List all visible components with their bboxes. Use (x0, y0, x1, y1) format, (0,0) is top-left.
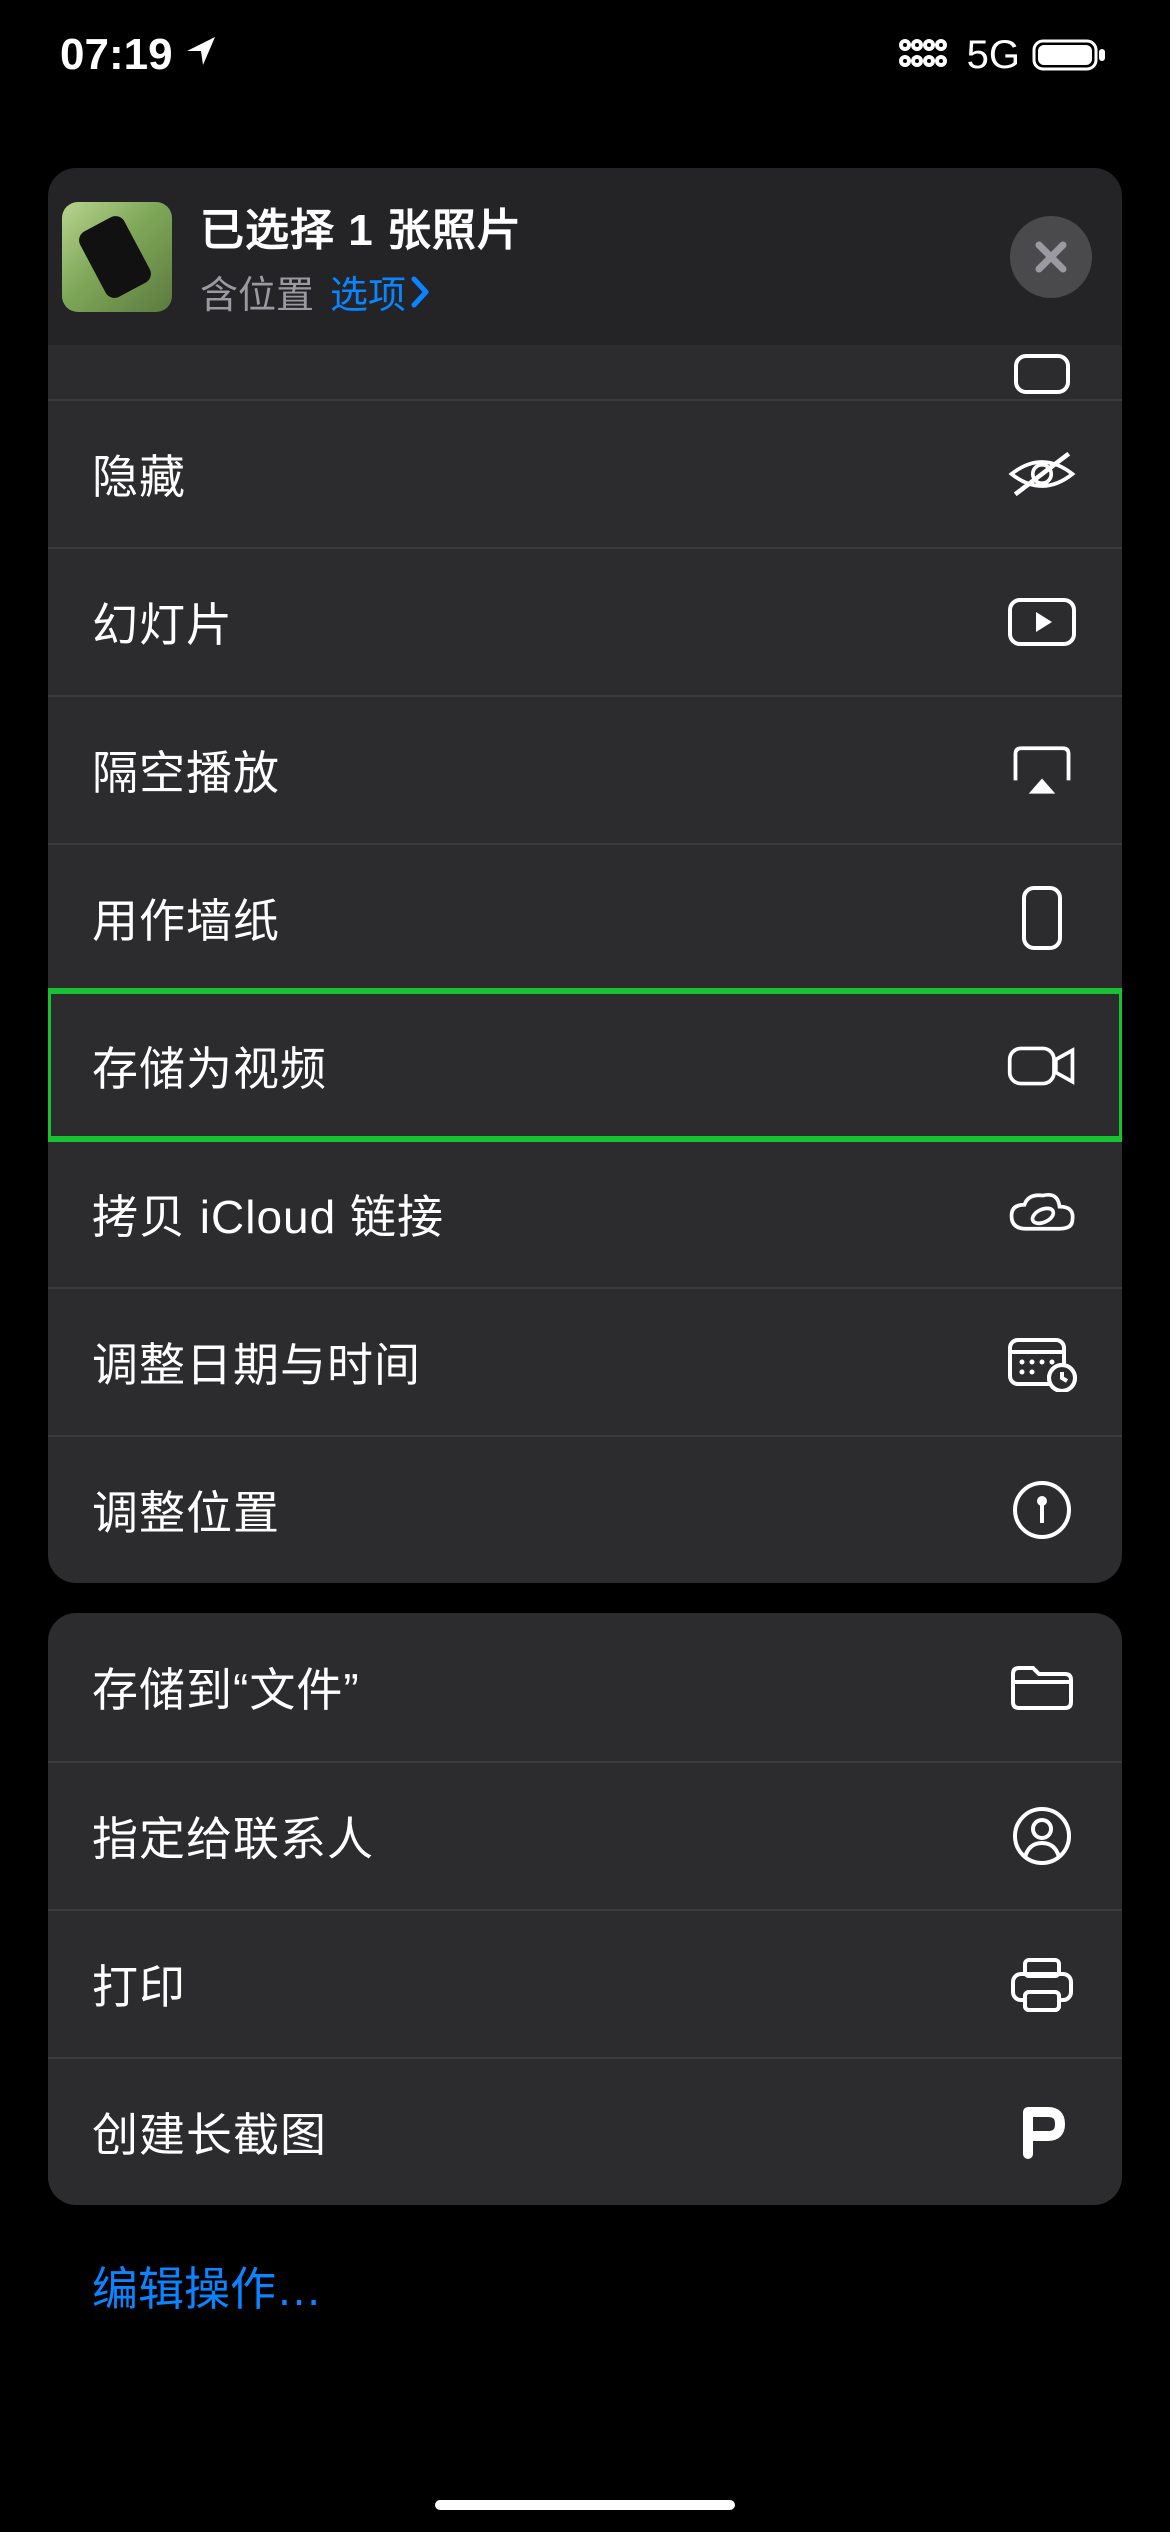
pin-circle-icon (1006, 1474, 1078, 1546)
action-row-wallpaper[interactable]: 用作墙纸 (48, 843, 1122, 991)
action-label: 指定给联系人 (92, 1803, 374, 1869)
square-icon (1006, 345, 1078, 408)
action-row-save-as-video[interactable]: 存储为视频 (48, 991, 1122, 1139)
p-icon (1006, 2096, 1078, 2168)
action-label: 用作墙纸 (92, 885, 280, 951)
action-label: 创建长截图 (92, 2099, 327, 2165)
battery-icon (1032, 37, 1110, 73)
share-sheet-title: 已选择 1 张照片 (200, 194, 982, 258)
close-button[interactable] (1010, 216, 1092, 298)
signal-icon (899, 37, 955, 73)
action-label: 调整位置 (92, 1477, 280, 1543)
location-badge: 含位置 (200, 264, 314, 319)
action-row-cut[interactable] (48, 345, 1122, 399)
location-arrow-icon (183, 30, 221, 80)
phone-icon (1006, 882, 1078, 954)
action-label: 幻灯片 (92, 589, 233, 655)
action-label: 调整日期与时间 (92, 1329, 421, 1395)
video-icon (1006, 1030, 1078, 1102)
action-label: 存储为视频 (92, 1033, 327, 1099)
action-row-airplay[interactable]: 隔空播放 (48, 695, 1122, 843)
action-row-hide[interactable]: 隐藏 (48, 399, 1122, 547)
eye-slash-icon (1006, 438, 1078, 510)
action-row-slideshow[interactable]: 幻灯片 (48, 547, 1122, 695)
status-time: 07:19 (60, 30, 173, 80)
action-label: 隐藏 (92, 441, 186, 507)
airplay-icon (1006, 734, 1078, 806)
chevron-right-icon (410, 275, 432, 309)
folder-icon (1006, 1651, 1078, 1723)
action-row-assign-to-contact[interactable]: 指定给联系人 (48, 1761, 1122, 1909)
printer-icon (1006, 1948, 1078, 2020)
action-label: 隔空播放 (92, 737, 280, 803)
action-group-2: 存储到“文件” 指定给联系人 打印 (48, 1613, 1122, 2205)
calendar-clock-icon (1006, 1326, 1078, 1398)
action-row-adjust-date-time[interactable]: 调整日期与时间 (48, 1287, 1122, 1435)
share-sheet-header: 已选择 1 张照片 含位置 选项 (48, 168, 1122, 345)
cloud-link-icon (1006, 1178, 1078, 1250)
action-row-create-long-screenshot[interactable]: 创建长截图 (48, 2057, 1122, 2205)
action-label: 打印 (92, 1951, 186, 2017)
action-label: 存储到“文件” (92, 1654, 360, 1720)
action-row-copy-icloud-link[interactable]: 拷贝 iCloud 链接 (48, 1139, 1122, 1287)
action-row-save-to-files[interactable]: 存储到“文件” (48, 1613, 1122, 1761)
options-label: 选项 (330, 264, 406, 319)
edit-actions-label: 编辑操作… (92, 2263, 322, 2315)
action-group-1: 隐藏 幻灯片 隔空播放 (48, 345, 1122, 1583)
person-circle-icon (1006, 1800, 1078, 1872)
status-bar: 07:19 5G (0, 0, 1170, 110)
action-row-adjust-location[interactable]: 调整位置 (48, 1435, 1122, 1583)
play-rectangle-icon (1006, 586, 1078, 658)
action-label: 拷贝 iCloud 链接 (92, 1181, 444, 1247)
network-label: 5G (967, 33, 1020, 78)
selected-photo-thumbnail[interactable] (62, 202, 172, 312)
close-icon (1031, 237, 1071, 277)
options-button[interactable]: 选项 (330, 264, 432, 319)
home-indicator[interactable] (435, 2500, 735, 2510)
action-row-print[interactable]: 打印 (48, 1909, 1122, 2057)
edit-actions-button[interactable]: 编辑操作… (48, 2205, 1122, 2343)
